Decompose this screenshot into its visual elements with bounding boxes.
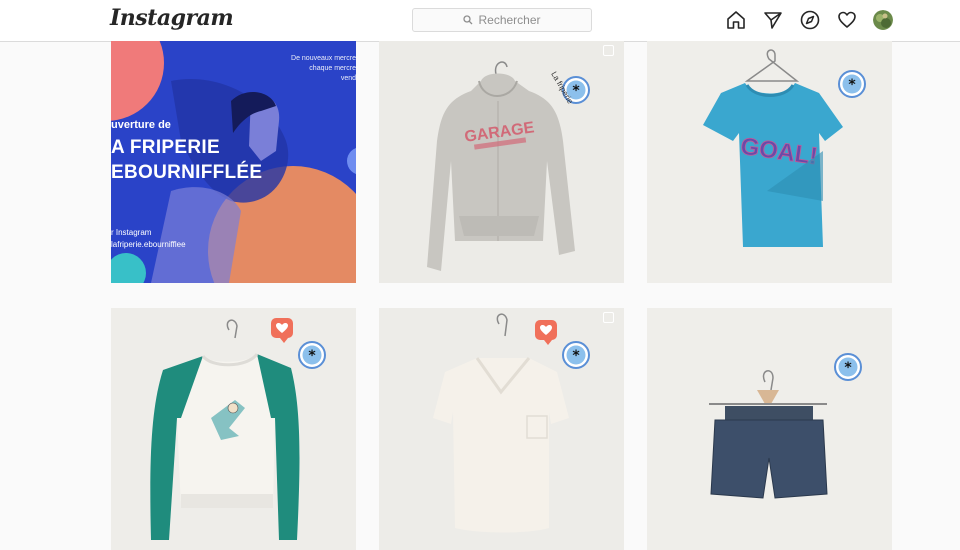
- heart-icon: [540, 325, 552, 335]
- post-raglan-sweater[interactable]: *: [111, 308, 356, 550]
- brand-stamp-icon: *: [838, 70, 866, 98]
- banner-small-text: De nouveaux mercre chaque mercre vend: [291, 54, 356, 84]
- direct-icon[interactable]: [762, 9, 784, 31]
- instagram-logo[interactable]: Instagram: [110, 5, 234, 31]
- top-navigation-bar: Instagram Rechercher: [0, 0, 960, 42]
- post-denim-shorts[interactable]: *: [647, 308, 892, 550]
- banner-line-2: A FRIPERIE: [111, 137, 220, 158]
- svg-text:*: *: [848, 77, 856, 93]
- like-notification-badge: [271, 318, 293, 343]
- svg-text:*: *: [572, 83, 580, 99]
- banner-small-line: De nouveaux mercre: [291, 55, 356, 62]
- banner-small-line: chaque mercre: [309, 65, 356, 72]
- heart-icon: [276, 323, 288, 333]
- banner-line-1: uverture de: [111, 119, 171, 131]
- brand-stamp-icon: *: [834, 353, 862, 381]
- post-white-vneck[interactable]: *: [379, 308, 624, 550]
- banner-handle-1: r Instagram: [111, 228, 152, 237]
- banner-line-3: EBOURNIFFLÉE: [111, 162, 263, 183]
- brand-stamp-icon: *: [298, 341, 326, 369]
- svg-text:*: *: [844, 360, 852, 376]
- home-icon[interactable]: [725, 9, 747, 31]
- svg-text:*: *: [572, 348, 580, 364]
- svg-text:*: *: [308, 348, 316, 364]
- like-notification-badge: [535, 320, 557, 345]
- multiple-images-icon: [603, 45, 614, 56]
- post-banner-opening[interactable]: De nouveaux mercre chaque mercre vend uv…: [111, 41, 356, 283]
- denim-shorts-image: [647, 308, 892, 550]
- banner-handle-2: lafriperie.ebournifflee: [111, 240, 186, 249]
- banner-small-line: vend: [340, 75, 356, 82]
- brand-stamp-icon: *: [562, 341, 590, 369]
- multiple-images-icon: [603, 312, 614, 323]
- profile-avatar[interactable]: [873, 10, 893, 30]
- explore-icon[interactable]: [799, 9, 821, 31]
- search-icon: [463, 15, 473, 25]
- post-blue-tshirt[interactable]: GOAL! *: [647, 41, 892, 283]
- post-grey-hoodie[interactable]: GARAGE * La friperie: [379, 41, 624, 283]
- activity-icon[interactable]: [836, 9, 858, 31]
- search-input[interactable]: Rechercher: [412, 8, 592, 32]
- search-placeholder: Rechercher: [478, 13, 541, 27]
